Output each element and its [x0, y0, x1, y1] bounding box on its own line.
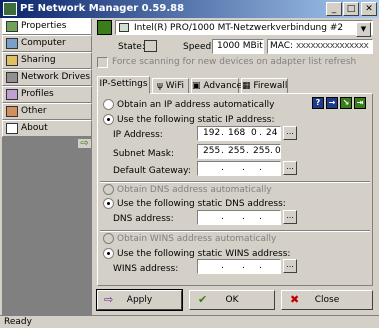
dns-static-label: Use the following static DNS address: [117, 199, 286, 209]
force-scan-checkbox[interactable] [97, 57, 108, 68]
other-icon [6, 106, 18, 117]
collapse-arrow-icon[interactable]: ⇨ [77, 138, 92, 149]
dns-static-radio[interactable] [103, 198, 114, 209]
ip-auto-radio[interactable] [103, 99, 114, 110]
ip-address-label: IP Address: [113, 130, 163, 140]
mac-value: xxxxxxxxxxxxxxx [295, 41, 369, 51]
mask-octet: 255 [203, 146, 221, 156]
dns-auto-radio[interactable] [103, 184, 114, 195]
wins-auto-label: Obtain WINS address automatically [117, 234, 277, 244]
advanced-icon: ▣ [192, 81, 201, 91]
firewall-icon: ▦ [242, 81, 251, 91]
divider [100, 230, 370, 232]
ok-button-label: OK [225, 295, 239, 305]
network-state-icon [144, 40, 157, 52]
status-text: Ready [4, 317, 32, 327]
sidebar-item-label: Computer [21, 38, 66, 48]
ip-address-input[interactable]: 192. 168. 0. 24 [197, 126, 281, 141]
dns-auto-label: Obtain DNS address automatically [117, 185, 272, 195]
ip-address-browse-button[interactable]: ... [283, 126, 297, 140]
computer-icon [6, 38, 18, 49]
state-label: State: [118, 42, 145, 52]
sidebar-item-label: About [21, 123, 48, 133]
wins-auto-radio[interactable] [103, 233, 114, 244]
speed-value: 1000 MBit/s [212, 39, 264, 54]
close-button[interactable]: ✖ Close [281, 290, 373, 310]
close-window-button[interactable]: ✕ [361, 2, 377, 16]
sidebar-item-label: Properties [21, 21, 67, 31]
adapter-icon [97, 20, 112, 35]
force-scan-label: Force scanning for new devices on adapte… [112, 57, 357, 67]
wins-static-label: Use the following static WINS address: [117, 249, 291, 259]
wins-browse-button[interactable]: ... [283, 259, 297, 273]
ip-auto-label: Obtain an IP address automatically [117, 100, 275, 110]
adapter-select[interactable]: Intel(R) PRO/1000 MT-Netzwerkverbindung … [115, 20, 373, 37]
mask-octet: 255 [228, 146, 246, 156]
wins-static-radio[interactable] [103, 248, 114, 259]
mac-label: MAC: [270, 41, 294, 51]
mask-octet: 255 [253, 146, 271, 156]
ok-button[interactable]: ✔ OK [189, 290, 275, 310]
nic-icon [119, 23, 129, 32]
app-icon [3, 2, 17, 16]
dns-address-label: DNS address: [113, 214, 174, 224]
tab-wifi-label: WiFi [165, 81, 185, 91]
profiles-icon [6, 89, 18, 100]
sidebar-item-properties[interactable]: Properties [2, 18, 92, 35]
wins-address-input[interactable]: ... [197, 259, 281, 274]
chevron-down-icon[interactable]: ▼ [356, 22, 371, 37]
sidebar-item-computer[interactable]: Computer [2, 35, 92, 52]
ip-octet: 0 [251, 128, 257, 138]
wins-address-label: WINS address: [113, 264, 179, 274]
about-icon [6, 123, 18, 134]
sidebar-item-label: Sharing [21, 55, 56, 65]
tab-wifi[interactable]: ψ WiFi [152, 78, 189, 94]
network-drives-icon [6, 72, 18, 83]
status-bar: Ready [0, 315, 379, 328]
subnet-mask-input[interactable]: 255. 255. 255. 0 [197, 144, 281, 159]
apply-button-label: Apply [126, 295, 153, 305]
sidebar-item-label: Profiles [21, 89, 54, 99]
apply-arrow-icon[interactable]: → [326, 97, 338, 109]
sidebar-item-sharing[interactable]: Sharing [2, 52, 92, 69]
sharing-icon [6, 55, 18, 66]
sidebar-item-about[interactable]: About [2, 120, 92, 137]
dns-address-input[interactable]: ... [197, 210, 281, 225]
export-icon[interactable]: ⇥ [354, 97, 366, 109]
tab-advanced[interactable]: ▣ Advanced [191, 78, 248, 94]
sidebar-item-label: Other [21, 106, 47, 116]
subnet-mask-label: Subnet Mask: [113, 149, 174, 159]
sidebar-item-other[interactable]: Other [2, 103, 92, 120]
properties-icon [6, 21, 18, 32]
adapter-select-value: Intel(R) PRO/1000 MT-Netzwerkverbindung … [134, 23, 344, 33]
ip-octet: 24 [266, 128, 278, 138]
mask-octet: 0 [275, 146, 281, 156]
speed-label: Speed: [183, 42, 215, 52]
dns-browse-button[interactable]: ... [283, 210, 297, 224]
apply-button[interactable]: ⇨ Apply [96, 289, 183, 311]
divider [100, 181, 370, 183]
sidebar-item-label: Network Drives [21, 72, 91, 82]
maximize-button[interactable]: □ [343, 2, 359, 16]
close-button-label: Close [314, 295, 340, 305]
wifi-icon: ψ [156, 81, 163, 91]
ip-static-radio[interactable] [103, 114, 114, 125]
ip-static-label: Use the following static IP address: [117, 115, 275, 125]
title-bar: PE Network Manager 0.59.88 _ □ ✕ [0, 0, 379, 18]
ip-octet: 192 [203, 128, 221, 138]
default-gateway-label: Default Gateway: [113, 166, 191, 176]
minimize-button[interactable]: _ [326, 2, 342, 16]
sidebar-item-network-drives[interactable]: Network Drives [2, 69, 92, 86]
tab-firewall-label: Firewall [253, 81, 288, 91]
window-title: PE Network Manager 0.59.88 [20, 3, 185, 14]
import-icon[interactable]: ↘ [340, 97, 352, 109]
tab-firewall[interactable]: ▦ Firewall [241, 78, 288, 94]
sidebar-item-profiles[interactable]: Profiles [2, 86, 92, 103]
mac-field: MAC: xxxxxxxxxxxxxxx [267, 39, 373, 54]
tab-ip-settings[interactable]: IP-Settings [97, 76, 150, 94]
gateway-browse-button[interactable]: ... [283, 161, 297, 175]
help-icon[interactable]: ? [312, 97, 324, 109]
default-gateway-input[interactable]: ... [197, 161, 281, 176]
